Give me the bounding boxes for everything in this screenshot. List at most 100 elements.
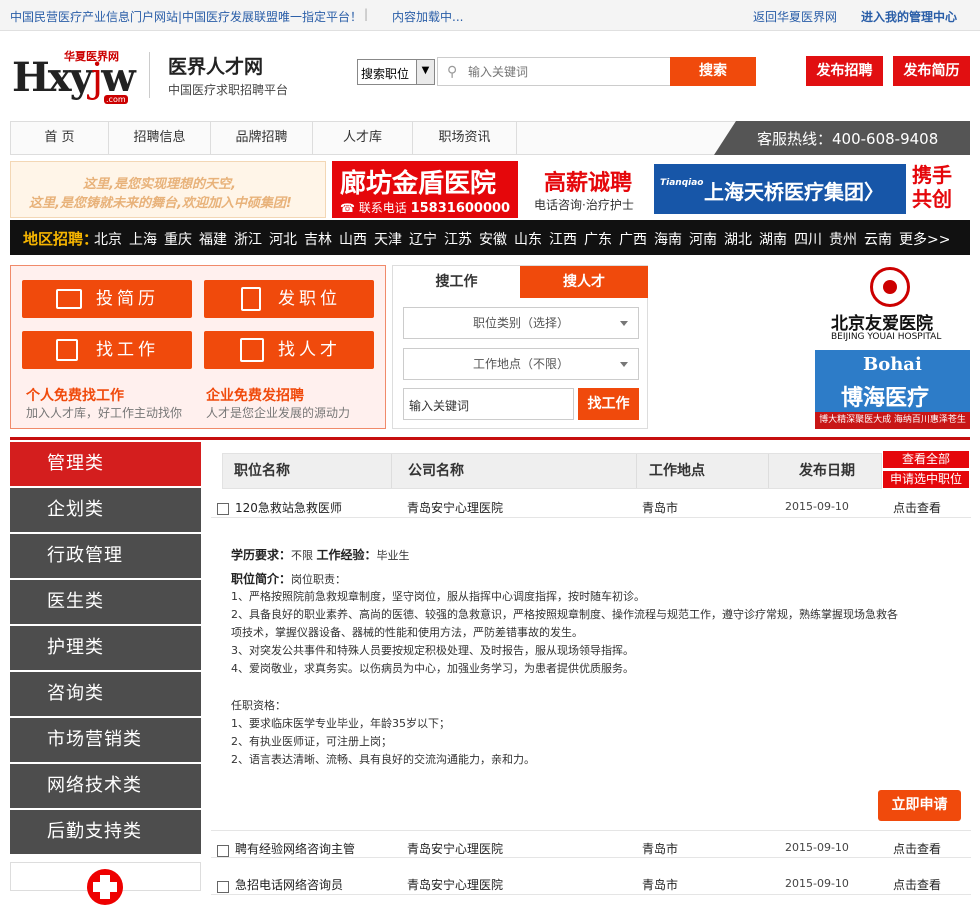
row-company[interactable]: 青岛安宁心理医院 bbox=[407, 876, 503, 893]
find-job-button[interactable]: 找工作 bbox=[22, 331, 192, 369]
personal-promo-title[interactable]: 个人免费找工作 bbox=[26, 385, 124, 405]
nav-home[interactable]: 首 页 bbox=[11, 122, 109, 154]
category-item[interactable]: 市场营销类 bbox=[10, 718, 201, 762]
topbar-separator: | bbox=[364, 7, 369, 21]
post-job-button[interactable]: 发布招聘 bbox=[806, 56, 883, 86]
region-city-link[interactable]: 河北 bbox=[269, 232, 297, 248]
row-job-title[interactable]: 聘有经验网络咨询主管 bbox=[235, 840, 355, 857]
job-location-select[interactable]: 工作地点（不限） bbox=[403, 348, 639, 380]
ad3-band: Tianqiao 上海天桥医疗集团〉 bbox=[654, 164, 906, 214]
region-city-link[interactable]: 广东 bbox=[584, 232, 612, 248]
search-box[interactable]: ⚲ bbox=[437, 57, 670, 86]
job-keyword-input[interactable]: 输入关键词 bbox=[403, 388, 574, 420]
post-position-button[interactable]: 发职位 bbox=[204, 280, 374, 318]
region-city-link[interactable]: 海南 bbox=[654, 232, 682, 248]
nav-brand-jobs[interactable]: 品牌招聘 bbox=[211, 122, 313, 154]
category-item[interactable]: 企划类 bbox=[10, 488, 201, 532]
row-company[interactable]: 青岛安宁心理医院 bbox=[407, 499, 503, 516]
region-city-link[interactable]: 福建 bbox=[199, 232, 227, 248]
row-checkbox[interactable] bbox=[217, 881, 229, 893]
tab-search-talent[interactable]: 搜人才 bbox=[520, 266, 648, 298]
category-item[interactable]: 行政管理 bbox=[10, 534, 201, 578]
region-city-link[interactable]: 浙江 bbox=[234, 232, 262, 248]
exp-label: 工作经验： bbox=[316, 548, 377, 562]
table-row[interactable]: 聘有经验网络咨询主管 青岛安宁心理医院 青岛市 2015-09-10 点击查看 bbox=[211, 830, 971, 858]
search-button[interactable]: 搜索 bbox=[670, 57, 756, 86]
site-logo[interactable]: 华夏医界网 Hxyjw .com bbox=[12, 48, 136, 106]
search-input[interactable] bbox=[468, 63, 663, 81]
row-company[interactable]: 青岛安宁心理医院 bbox=[407, 840, 503, 857]
region-city-link[interactable]: 四川 bbox=[794, 232, 822, 248]
region-city-link[interactable]: 山西 bbox=[339, 232, 367, 248]
row-job-title[interactable]: 急招电话网络咨询员 bbox=[235, 876, 343, 893]
region-city-link[interactable]: 广西 bbox=[619, 232, 647, 248]
apply-now-button[interactable]: 立即申请 bbox=[878, 790, 961, 821]
loading-text: 内容加载中... bbox=[392, 10, 464, 24]
region-city-link[interactable]: 云南 bbox=[864, 232, 892, 248]
youai-en-name: BEIJING YOUAI HOSPITAL bbox=[831, 332, 942, 342]
banner-ad-zhongshuo[interactable]: 这里,是您实现理想的天空, 这里,是您铸就未来的舞台,欢迎加入中硕集团! bbox=[10, 161, 326, 218]
row-checkbox[interactable] bbox=[217, 503, 229, 515]
region-city-link[interactable]: 贵州 bbox=[829, 232, 857, 248]
region-city-link[interactable]: 湖南 bbox=[759, 232, 787, 248]
post-resume-button[interactable]: 发布简历 bbox=[893, 56, 970, 86]
company-promo-sub: 人才是您企业发展的源动力 bbox=[206, 406, 351, 420]
region-city-link[interactable]: 河南 bbox=[689, 232, 717, 248]
detail-requirements: 学历要求：不限 工作经验：毕业生 bbox=[231, 546, 410, 563]
region-city-link[interactable]: 山东 bbox=[514, 232, 542, 248]
region-more-link[interactable]: 更多>> bbox=[899, 232, 950, 248]
exp-value: 毕业生 bbox=[376, 549, 410, 562]
nav-career-news[interactable]: 职场资讯 bbox=[413, 122, 517, 154]
category-item[interactable]: 咨询类 bbox=[10, 672, 201, 716]
find-job-label: 找工作 bbox=[96, 340, 159, 360]
row-date: 2015-09-10 bbox=[785, 877, 849, 890]
row-checkbox[interactable] bbox=[217, 845, 229, 857]
banner-ad-jindun[interactable]: 廊坊金盾医院 ☎ 联系电话 15831600000 高薪诚聘 电话咨询·治疗护士 bbox=[332, 161, 648, 218]
tab-search-job[interactable]: 搜工作 bbox=[393, 266, 520, 298]
ad-bohai-medical[interactable]: Bohai 博海医疗 博大精深聚医大成 海纳百川惠泽苍生 bbox=[815, 350, 970, 429]
management-center-link[interactable]: 进入我的管理中心 bbox=[861, 8, 957, 25]
row-location: 青岛市 bbox=[642, 842, 679, 856]
job-category-select[interactable]: 职位类别（选择） bbox=[403, 307, 639, 339]
nav-talent-pool[interactable]: 人才库 bbox=[313, 122, 413, 154]
detail-line: 3、对突发公共事件和特殊人员要按规定积极处理、及时报告，服从现场领导指挥。 bbox=[231, 644, 634, 657]
row-view-link[interactable]: 点击查看 bbox=[893, 840, 941, 857]
banner-ad-tianqiao[interactable]: Tianqiao 上海天桥医疗集团〉 携手 共创 bbox=[654, 161, 970, 218]
category-item[interactable]: 管理类 bbox=[10, 442, 201, 486]
nav-jobs[interactable]: 招聘信息 bbox=[109, 122, 211, 154]
region-city-link[interactable]: 重庆 bbox=[164, 232, 192, 248]
region-city-link[interactable]: 江西 bbox=[549, 232, 577, 248]
view-all-button[interactable]: 查看全部 bbox=[883, 451, 969, 468]
category-item[interactable]: 医生类 bbox=[10, 580, 201, 624]
row-job-title[interactable]: 120急救站急救医师 bbox=[235, 499, 342, 516]
ad2-phone: ☎ 联系电话 15831600000 bbox=[340, 199, 510, 216]
search-type-select[interactable]: 搜索职位 ▼ bbox=[357, 59, 435, 85]
ad3-right: 携手 共创 bbox=[912, 163, 952, 211]
row-view-link[interactable]: 点击查看 bbox=[893, 876, 941, 893]
apply-selected-button[interactable]: 申请选中职位 bbox=[883, 471, 969, 488]
detail-line: 4、爱岗敬业，求真务实。以伤病员为中心，加强业务学习，为患者提供优质服务。 bbox=[231, 662, 634, 675]
ad-youai-hospital[interactable]: 北京友爱医院 BEIJING YOUAI HOSPITAL bbox=[815, 265, 970, 344]
category-item[interactable]: 护理类 bbox=[10, 626, 201, 670]
row-view-link[interactable]: 点击查看 bbox=[893, 499, 941, 516]
region-city-link[interactable]: 北京 bbox=[94, 232, 122, 248]
region-city-link[interactable]: 吉林 bbox=[304, 232, 332, 248]
category-item[interactable]: 网络技术类 bbox=[10, 764, 201, 808]
region-city-link[interactable]: 江苏 bbox=[444, 232, 472, 248]
find-talent-button[interactable]: 找人才 bbox=[204, 331, 374, 369]
find-talent-label: 找人才 bbox=[278, 340, 341, 360]
category-item[interactable]: 后勤支持类 bbox=[10, 810, 201, 854]
submit-resume-button[interactable]: 投简历 bbox=[22, 280, 192, 318]
region-city-link[interactable]: 辽宁 bbox=[409, 232, 437, 248]
quick-actions-panel: 投简历 发职位 找工作 找人才 个人免费找工作 加入人才库，好工作主动找你 企业… bbox=[10, 265, 386, 429]
table-row[interactable]: 120急救站急救医师 青岛安宁心理医院 青岛市 2015-09-10 点击查看 bbox=[211, 490, 971, 518]
region-city-link[interactable]: 湖北 bbox=[724, 232, 752, 248]
brand-divider bbox=[149, 52, 150, 98]
company-promo-title[interactable]: 企业免费发招聘 bbox=[206, 385, 304, 405]
region-city-link[interactable]: 上海 bbox=[129, 232, 157, 248]
region-city-link[interactable]: 安徽 bbox=[479, 232, 507, 248]
back-to-main-link[interactable]: 返回华夏医界网 bbox=[753, 8, 837, 25]
region-city-link[interactable]: 天津 bbox=[374, 232, 402, 248]
find-job-submit-button[interactable]: 找工作 bbox=[578, 388, 639, 420]
brand-title: 医界人才网 bbox=[168, 56, 264, 78]
